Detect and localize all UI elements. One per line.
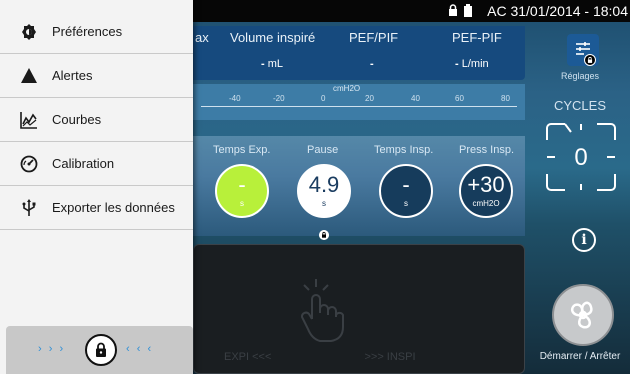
gear-icon bbox=[22, 24, 36, 40]
ruler-tick: 60 bbox=[455, 94, 464, 103]
menu-item-exporter[interactable]: Exporter les données bbox=[0, 186, 193, 230]
chevrons-left-icon: ‹ ‹ ‹ bbox=[126, 343, 154, 355]
tap-hand-icon bbox=[301, 279, 344, 342]
menu-item-calibration[interactable]: Calibration bbox=[0, 142, 193, 186]
usb-icon bbox=[22, 199, 36, 216]
reglages-label: Réglages bbox=[560, 71, 600, 81]
temps-exp-button[interactable]: -s bbox=[215, 164, 269, 218]
menu-item-preferences[interactable]: Préférences bbox=[0, 10, 193, 54]
measure-label-volume: Volume inspiré bbox=[230, 30, 316, 45]
cycles-label: CYCLES bbox=[553, 98, 607, 113]
info-button[interactable]: i bbox=[572, 228, 596, 252]
cycles-value: 0 bbox=[574, 144, 588, 171]
expi-label: EXPI <<< bbox=[224, 351, 272, 363]
pause-button[interactable]: 4.9 s bbox=[297, 164, 351, 218]
battery-icon bbox=[464, 4, 472, 17]
inspi-label: >>> INSPI bbox=[364, 351, 416, 363]
status-mode-datetime: AC 31/01/2014 - 18:04 bbox=[487, 3, 628, 19]
ruler-tick: 80 bbox=[501, 94, 510, 103]
waveform-phase-labels: EXPI <<< >>> INSPI bbox=[224, 351, 506, 363]
menu-item-label: Calibration bbox=[52, 156, 115, 171]
measure-value-volume: - mL bbox=[261, 58, 284, 70]
measure-value-pef-pif: - bbox=[370, 58, 374, 70]
menu-item-alertes[interactable]: Alertes bbox=[0, 54, 193, 98]
temps-insp-button[interactable]: -s bbox=[379, 164, 433, 218]
param-label-pause: Pause bbox=[307, 144, 339, 156]
press-insp-button[interactable]: +30 cmH2O bbox=[459, 164, 513, 218]
param-label-press-insp: Press Insp. bbox=[459, 144, 515, 156]
menu-item-label: Alertes bbox=[52, 68, 93, 83]
lock-icon bbox=[449, 4, 457, 16]
measure-value-pef-minus-pif: - L/min bbox=[455, 58, 489, 70]
ruler-tick: 0 bbox=[321, 94, 326, 103]
menu-item-label: Courbes bbox=[52, 112, 102, 127]
measure-label-pef-minus-pif: PEF-PIF bbox=[452, 30, 502, 45]
measure-label-partial: ax bbox=[195, 30, 209, 45]
param-label-temps-exp: Temps Exp. bbox=[213, 144, 271, 156]
measures-panel: ax Volume inspiré PEF/PIF PEF-PIF - mL -… bbox=[193, 26, 525, 80]
start-stop-label: Démarrer / Arrêter bbox=[539, 351, 621, 362]
measure-label-pef-pif: PEF/PIF bbox=[349, 30, 399, 45]
ruler-tick: -40 bbox=[229, 94, 241, 103]
lock-handle[interactable] bbox=[85, 334, 117, 366]
alert-triangle-icon bbox=[21, 68, 37, 83]
ruler-unit: cmH2O bbox=[333, 84, 361, 93]
navigation-drawer: Préférences Alertes Courbes Calibration bbox=[0, 0, 193, 374]
ruler-tick: 20 bbox=[365, 94, 374, 103]
menu-item-label: Exporter les données bbox=[52, 200, 175, 215]
fan-icon bbox=[571, 301, 593, 329]
waveform-panel[interactable]: EXPI <<< >>> INSPI bbox=[193, 244, 525, 374]
unlock-slider[interactable]: › › › ‹ ‹ ‹ bbox=[6, 326, 193, 374]
ruler-tick: 40 bbox=[411, 94, 420, 103]
menu-item-label: Préférences bbox=[52, 24, 123, 39]
lock-icon bbox=[319, 230, 329, 240]
param-label-temps-insp: Temps Insp. bbox=[374, 144, 434, 156]
lock-icon bbox=[96, 342, 106, 357]
start-stop-button[interactable] bbox=[552, 284, 614, 346]
pressure-ruler: cmH2O -40 -20 0 20 40 60 80 bbox=[193, 84, 525, 120]
ruler-line bbox=[201, 106, 517, 107]
chart-curve-icon bbox=[20, 112, 37, 129]
ruler-tick: -20 bbox=[273, 94, 285, 103]
menu-item-courbes[interactable]: Courbes bbox=[0, 98, 193, 142]
lock-icon bbox=[584, 54, 596, 66]
gauge-icon bbox=[20, 155, 38, 173]
chevrons-right-icon: › › › bbox=[38, 343, 66, 355]
right-control-panel: Réglages CYCLES 0 i Démarrer / Arrêter bbox=[530, 22, 630, 374]
parameters-panel: Temps Exp. Pause Temps Insp. Press Insp.… bbox=[193, 136, 525, 240]
